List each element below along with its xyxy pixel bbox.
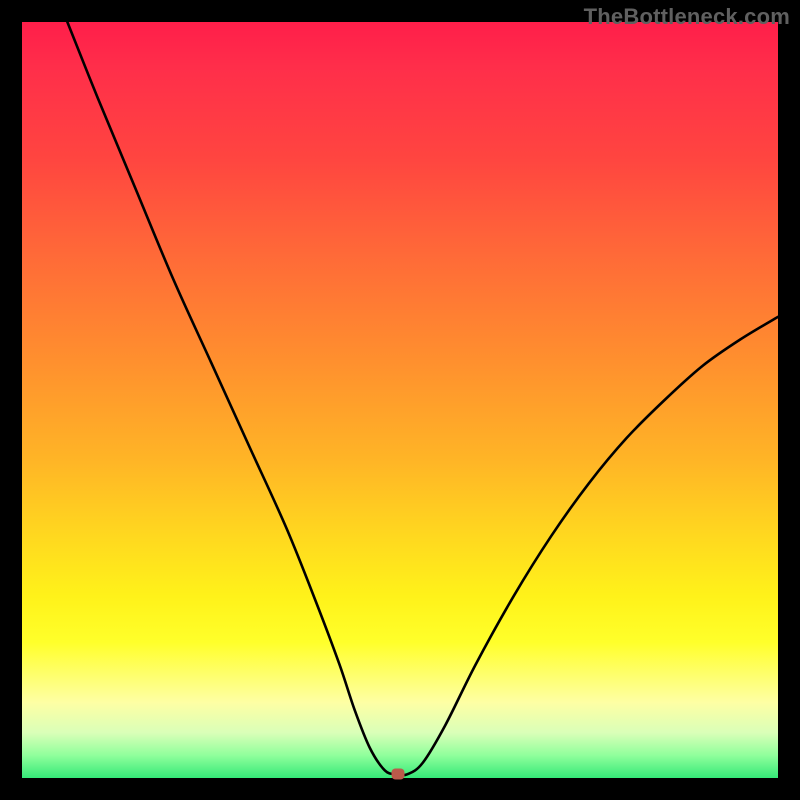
watermark-text: TheBottleneck.com	[584, 4, 790, 30]
curve-svg	[22, 22, 778, 778]
chart-frame: TheBottleneck.com	[0, 0, 800, 800]
optimal-point-marker	[391, 769, 404, 780]
plot-area	[22, 22, 778, 778]
bottleneck-curve	[67, 22, 778, 775]
